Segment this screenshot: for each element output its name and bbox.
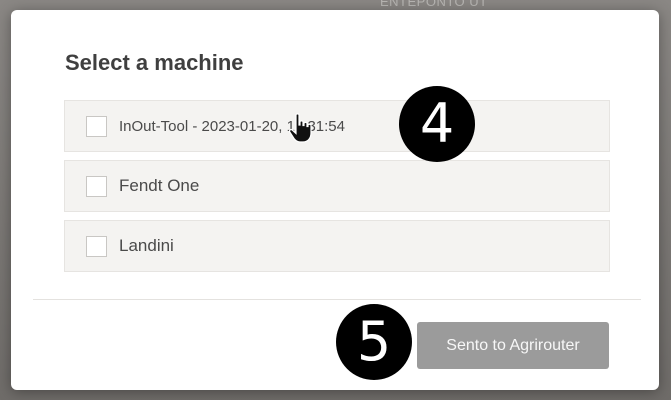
send-to-agrirouter-button[interactable]: Sento to Agrirouter bbox=[417, 322, 609, 369]
machine-option-inout-tool[interactable]: InOut-Tool - 2023-01-20, 16:31:54 bbox=[64, 100, 610, 152]
step-4-badge: 4 bbox=[399, 86, 475, 162]
machine-option-landini[interactable]: Landini bbox=[64, 220, 610, 272]
machine-checkbox[interactable] bbox=[86, 235, 107, 257]
dialog-title: Select a machine bbox=[65, 50, 244, 75]
machine-checkbox[interactable] bbox=[86, 175, 107, 197]
footer-divider bbox=[33, 299, 641, 300]
machine-checkbox[interactable] bbox=[86, 115, 107, 137]
machine-option-fendt-one[interactable]: Fendt One bbox=[64, 160, 610, 212]
machine-label: Fendt One bbox=[119, 176, 200, 195]
machine-list: InOut-Tool - 2023-01-20, 16:31:54 Fendt … bbox=[64, 100, 610, 280]
machine-label: Landini bbox=[119, 236, 174, 255]
select-machine-dialog: Select a machine InOut-Tool - 2023-01-20… bbox=[11, 10, 659, 390]
hand-pointer-icon bbox=[288, 113, 312, 143]
step-5-badge: 5 bbox=[336, 304, 412, 380]
background-text: ENTEPONTO UT bbox=[380, 0, 488, 9]
